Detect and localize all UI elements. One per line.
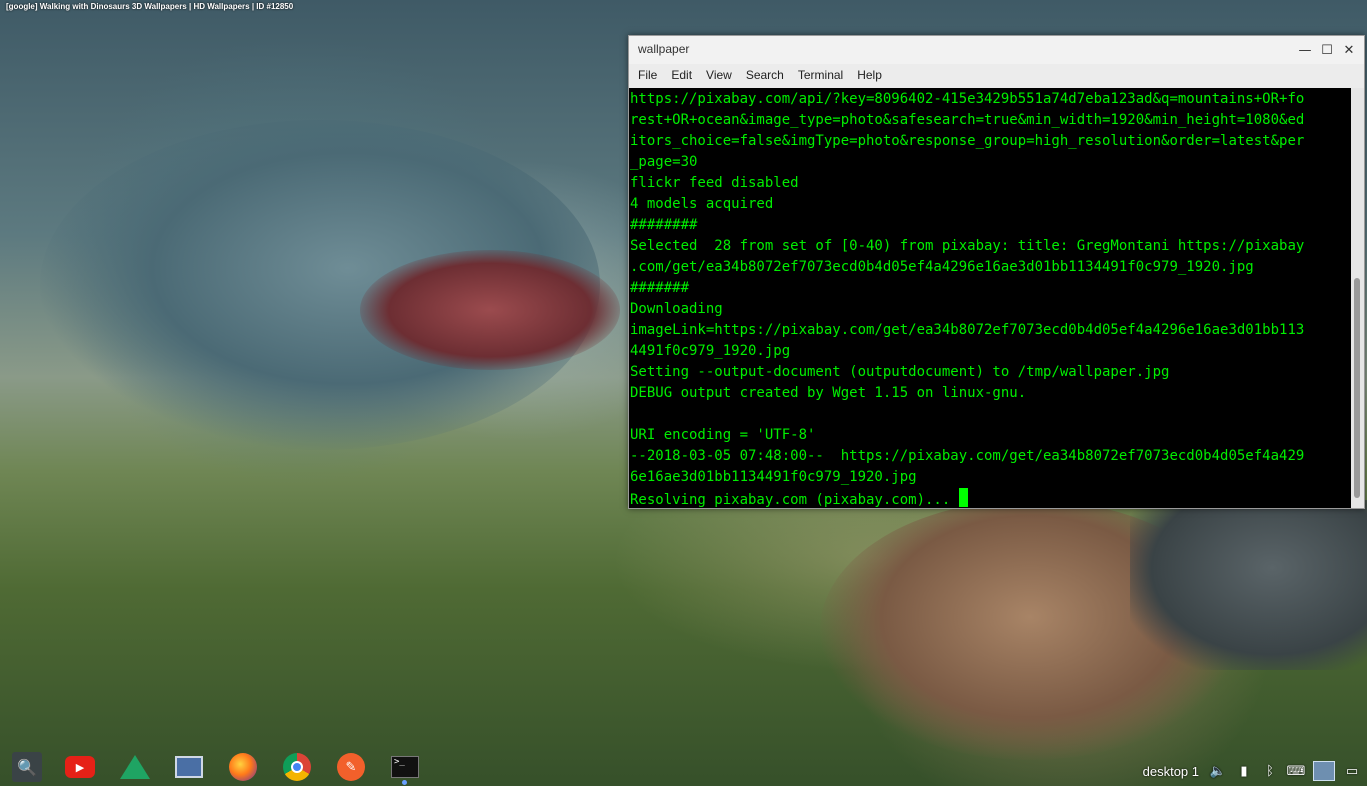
- firefox-launcher[interactable]: [228, 752, 258, 782]
- terminal-line: imageLink=https://pixabay.com/get/ea34b8…: [630, 322, 1305, 338]
- youtube-launcher[interactable]: ▶: [65, 752, 95, 782]
- terminal-line: .com/get/ea34b8072ef7073ecd0b4d05ef4a429…: [630, 259, 1254, 275]
- terminal-line: Setting --output-document (outputdocumen…: [630, 364, 1170, 380]
- terminal-line: 4491f0c979_1920.jpg: [630, 343, 791, 359]
- volume-icon[interactable]: 🔈: [1209, 762, 1227, 780]
- terminal-line: _page=30: [630, 154, 698, 170]
- search-icon: 🔍: [17, 757, 37, 777]
- terminal-line: --2018-03-05 07:48:00-- https://pixabay.…: [630, 448, 1305, 464]
- terminal-line: https://pixabay.com/api/?key=8096402-415…: [630, 91, 1305, 107]
- menu-search[interactable]: Search: [746, 68, 784, 82]
- search-launcher[interactable]: 🔍: [12, 752, 42, 782]
- menu-terminal[interactable]: Terminal: [798, 68, 843, 82]
- terminal-icon: >_: [391, 756, 419, 778]
- chrome-launcher[interactable]: [282, 752, 312, 782]
- window-controls: — ☐ ✕: [1294, 40, 1360, 60]
- sheets-launcher[interactable]: [174, 752, 204, 782]
- terminal-line: Downloading: [630, 301, 723, 317]
- battery-icon[interactable]: ▮: [1235, 762, 1253, 780]
- google-drive-launcher[interactable]: [120, 752, 150, 782]
- terminal-active-indicator: [402, 780, 407, 785]
- tool-launcher[interactable]: ✎: [336, 752, 366, 782]
- menu-view[interactable]: View: [706, 68, 732, 82]
- menu-help[interactable]: Help: [857, 68, 882, 82]
- close-button[interactable]: ✕: [1338, 40, 1360, 60]
- terminal-line: 4 models acquired: [630, 196, 774, 212]
- scrollbar-thumb[interactable]: [1354, 278, 1360, 498]
- terminal-scrollbar[interactable]: [1351, 88, 1364, 508]
- terminal-line: Selected 28 from set of [0-40) from pixa…: [630, 238, 1305, 254]
- keyboard-icon[interactable]: ⌨: [1287, 762, 1306, 780]
- desktop-label[interactable]: desktop 1: [1143, 764, 1199, 779]
- terminal-line: DEBUG output created by Wget 1.15 on lin…: [630, 385, 1027, 401]
- menu-edit[interactable]: Edit: [671, 68, 692, 82]
- minimize-button[interactable]: —: [1294, 40, 1316, 60]
- firefox-icon: [229, 753, 257, 781]
- chrome-icon: [283, 753, 311, 781]
- wallpaper-trex-mouth: [360, 250, 620, 370]
- display-icon[interactable]: ▭: [1343, 762, 1361, 780]
- terminal-line: URI encoding = 'UTF-8': [630, 427, 816, 443]
- terminal-output[interactable]: https://pixabay.com/api/?key=8096402-415…: [629, 88, 1351, 508]
- bluetooth-icon[interactable]: ᛒ: [1261, 762, 1279, 780]
- terminal-prompt-text: Resolving pixabay.com (pixabay.com)...: [630, 492, 959, 508]
- wallpaper-rocks: [1130, 500, 1367, 670]
- system-tray: desktop 1 🔈 ▮ ᛒ ⌨ ▭: [1143, 757, 1367, 785]
- terminal-prompt-line: Resolving pixabay.com (pixabay.com)...: [630, 488, 1351, 508]
- terminal-line: flickr feed disabled: [630, 175, 799, 191]
- menu-file[interactable]: File: [638, 68, 657, 82]
- terminal-line: ########: [630, 217, 698, 233]
- terminal-line: #######: [630, 280, 690, 296]
- terminal-launcher[interactable]: >_: [390, 752, 420, 782]
- desktop-top-title: [google] Walking with Dinosaurs 3D Wallp…: [6, 2, 294, 11]
- youtube-icon: ▶: [65, 756, 95, 778]
- sheets-icon: [175, 756, 203, 778]
- window-titlebar[interactable]: wallpaper — ☐ ✕: [629, 36, 1364, 64]
- maximize-button[interactable]: ☐: [1316, 40, 1338, 60]
- menu-bar: File Edit View Search Terminal Help: [629, 64, 1364, 86]
- window-title: wallpaper: [638, 42, 690, 56]
- tool-icon: ✎: [337, 753, 365, 781]
- terminal-line: rest+OR+ocean&image_type=photo&safesearc…: [630, 112, 1305, 128]
- terminal-line: itors_choice=false&imgType=photo&respons…: [630, 133, 1305, 149]
- terminal-window[interactable]: wallpaper — ☐ ✕ File Edit View Search Te…: [628, 35, 1365, 509]
- terminal-line: 6e16ae3d01bb1134491f0c979_1920.jpg: [630, 469, 917, 485]
- user-avatar[interactable]: [1313, 761, 1335, 781]
- google-drive-icon: [120, 755, 150, 779]
- terminal-cursor: [958, 488, 968, 507]
